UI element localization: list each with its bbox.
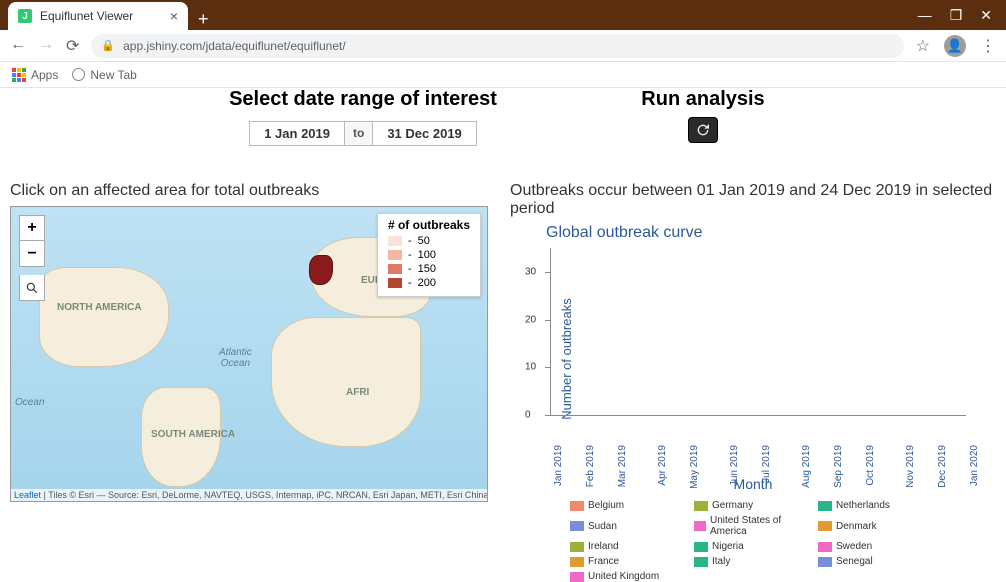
x-tick-label: Jan 2020	[969, 445, 980, 486]
map-legend: # of outbreaks - 50- 100- 150- 200	[377, 213, 481, 297]
minimize-icon[interactable]: —	[918, 7, 932, 24]
run-analysis-heading: Run analysis	[613, 88, 793, 111]
tab-title: Equiflunet Viewer	[40, 9, 162, 23]
chart-legend-item: Belgium	[570, 500, 680, 511]
map-label-sa: SOUTH AMERICA	[151, 429, 235, 440]
map-legend-row: - 150	[388, 262, 470, 276]
url-input[interactable]: 🔒 app.jshiny.com/jdata/equiflunet/equifl…	[91, 34, 903, 58]
menu-icon[interactable]: ⋮	[980, 36, 996, 56]
run-analysis-button[interactable]	[688, 117, 718, 143]
x-tick-label: May 2019	[689, 445, 700, 489]
chart-legend: Belgium Germany Netherlands Sudan United Sta…	[570, 500, 990, 582]
chart-legend-item: Denmark	[818, 515, 928, 537]
chart-legend-item: Senegal	[818, 556, 928, 567]
ocean-label-left: Ocean	[15, 397, 44, 408]
x-tick-label: Jan 2019	[553, 445, 564, 486]
browser-tab[interactable]: J Equiflunet Viewer ×	[8, 2, 188, 30]
star-icon[interactable]: ☆	[916, 36, 930, 56]
back-icon[interactable]: ←	[10, 36, 26, 56]
map-legend-row: - 200	[388, 276, 470, 290]
map-instruction: Click on an affected area for total outb…	[10, 182, 490, 200]
window-controls: — ❐ ✕	[918, 7, 1006, 30]
x-tick-label: Jul 2019	[761, 445, 772, 483]
map-legend-row: - 50	[388, 234, 470, 248]
map-label-na: NORTH AMERICA	[57, 302, 142, 313]
refresh-icon	[695, 122, 711, 138]
search-icon	[25, 281, 39, 295]
bookmarks-bar: Apps New Tab	[0, 62, 1006, 88]
globe-icon	[72, 68, 85, 81]
y-tick-label: 10	[525, 362, 536, 373]
x-tick-label: Dec 2019	[937, 445, 948, 488]
close-window-icon[interactable]: ✕	[980, 7, 992, 24]
map-search-button[interactable]	[19, 275, 45, 301]
date-range-heading: Select date range of interest	[213, 88, 513, 111]
chart-legend-item: Ireland	[570, 541, 680, 552]
close-tab-icon[interactable]: ×	[170, 8, 178, 24]
bookmark-newtab[interactable]: New Tab	[72, 68, 136, 82]
map-label-af: AFRI	[346, 387, 369, 398]
chart-legend-item: Italy	[694, 556, 804, 567]
ocean-label-atlantic: AtlanticOcean	[219, 347, 252, 369]
chart-legend-item: France	[570, 556, 680, 567]
address-bar: ← → ⟳ 🔒 app.jshiny.com/jdata/equiflunet/…	[0, 30, 1006, 62]
chart-legend-item: Sweden	[818, 541, 928, 552]
y-tick-label: 20	[525, 314, 536, 325]
chart-legend-item: United States of America	[694, 515, 804, 537]
profile-icon[interactable]: 👤	[944, 35, 966, 57]
apps-icon	[12, 68, 26, 82]
chart-legend-item: Nigeria	[694, 541, 804, 552]
leaflet-link[interactable]: Leaflet	[14, 490, 41, 500]
chart-legend-item: Netherlands	[818, 500, 928, 511]
x-tick-label: Oct 2019	[865, 445, 876, 486]
favicon: J	[18, 9, 32, 23]
y-tick-label: 0	[525, 410, 531, 421]
chart-legend-item: United Kingdom	[570, 571, 680, 582]
y-tick-label: 30	[525, 266, 536, 277]
new-tab-button[interactable]: +	[188, 9, 219, 30]
chart-title: Global outbreak curve	[546, 224, 996, 242]
lock-icon: 🔒	[101, 39, 115, 52]
map-zoom-out-button[interactable]: −	[19, 241, 45, 267]
x-tick-label: Jun 2019	[729, 445, 740, 486]
reload-icon[interactable]: ⟳	[66, 36, 79, 56]
x-tick-label: Aug 2019	[801, 445, 812, 488]
date-to-label: to	[345, 121, 372, 146]
apps-shortcut[interactable]: Apps	[12, 68, 58, 82]
map-legend-row: - 100	[388, 248, 470, 262]
outbreak-period-text: Outbreaks occur between 01 Jan 2019 and …	[510, 182, 996, 218]
outbreak-map[interactable]: NORTH AMERICA SOUTH AMERICA EUROI AFRI A…	[10, 206, 488, 502]
window-titlebar: J Equiflunet Viewer × + — ❐ ✕	[0, 0, 1006, 30]
maximize-icon[interactable]: ❐	[950, 7, 963, 24]
date-start-input[interactable]: 1 Jan 2019	[249, 121, 345, 146]
x-tick-label: Feb 2019	[585, 445, 596, 487]
forward-icon: →	[38, 36, 54, 56]
url-text: app.jshiny.com/jdata/equiflunet/equiflun…	[123, 39, 346, 53]
x-tick-label: Mar 2019	[617, 445, 628, 487]
chart-legend-item: Sudan	[570, 515, 680, 537]
map-attribution: Leaflet | Tiles © Esri — Source: Esri, D…	[11, 489, 487, 501]
map-legend-title: # of outbreaks	[388, 218, 470, 232]
x-tick-label: Nov 2019	[905, 445, 916, 488]
date-end-input[interactable]: 31 Dec 2019	[372, 121, 476, 146]
map-zoom-in-button[interactable]: +	[19, 215, 45, 241]
x-tick-label: Sep 2019	[833, 445, 844, 488]
x-tick-label: Apr 2019	[657, 445, 668, 486]
outbreak-chart: Number of outbreaks 0102030 Jan 2019Feb …	[510, 244, 970, 474]
x-axis-label: Month	[510, 476, 996, 492]
chart-legend-item: Germany	[694, 500, 804, 511]
